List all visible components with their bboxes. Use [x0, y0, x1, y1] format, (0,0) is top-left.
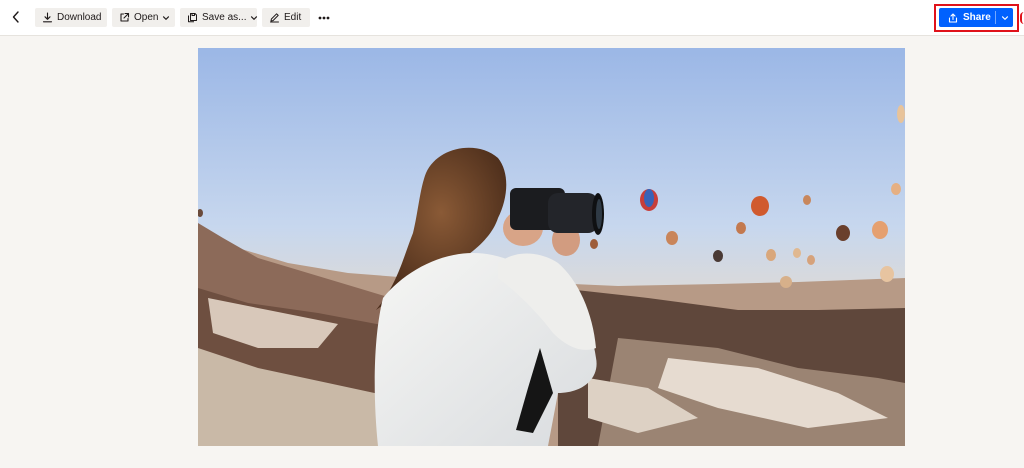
edit-button[interactable]: Edit: [262, 8, 310, 27]
download-icon: [42, 12, 53, 23]
share-label: Share: [963, 12, 991, 23]
open-label: Open: [134, 12, 159, 23]
open-button[interactable]: Open: [112, 8, 175, 27]
chevron-down-icon: [1001, 15, 1008, 20]
chevron-down-icon: [163, 15, 170, 20]
share-button[interactable]: Share: [939, 8, 1013, 27]
photo-image: [198, 48, 905, 446]
share-icon: [948, 12, 958, 23]
highlight-edge-mark: [1020, 12, 1024, 24]
open-external-icon: [120, 12, 130, 22]
edit-label: Edit: [284, 12, 302, 23]
more-horizontal-icon: [318, 16, 330, 19]
toolbar: Download Open Save as... Edit Share: [0, 0, 1024, 36]
save-as-button[interactable]: Save as...: [180, 8, 258, 27]
chevron-down-icon: [251, 15, 258, 20]
more-options-button[interactable]: [315, 8, 333, 27]
save-as-label: Save as...: [202, 12, 247, 23]
photo-preview: [198, 48, 905, 446]
share-main-button[interactable]: Share: [939, 8, 995, 27]
pencil-icon: [270, 13, 279, 23]
download-label: Download: [57, 12, 102, 23]
back-button[interactable]: [6, 6, 26, 28]
save-as-icon: [188, 13, 197, 23]
share-dropdown-button[interactable]: [996, 8, 1013, 27]
chevron-left-icon: [12, 11, 19, 23]
download-button[interactable]: Download: [35, 8, 107, 27]
